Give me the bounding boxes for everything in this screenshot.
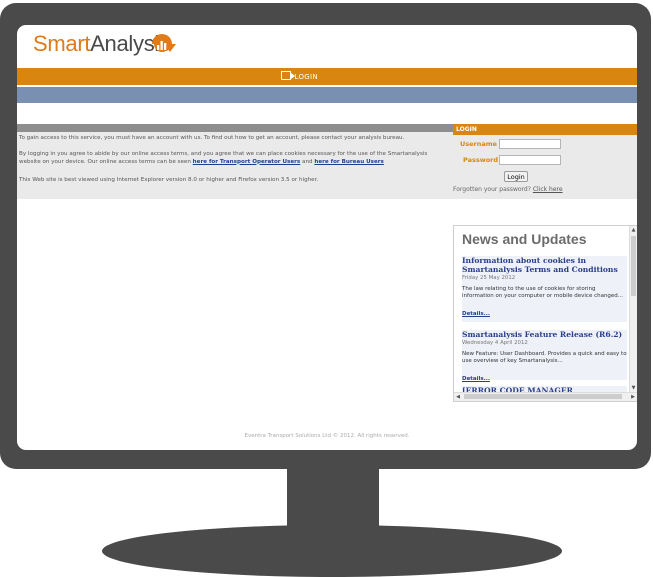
login-icon xyxy=(281,71,295,80)
news-headline[interactable]: Information about cookies in Smartanalys… xyxy=(462,256,627,274)
news-date: Friday 25 May 2012 xyxy=(462,275,516,281)
forgot-password: Forgotten your password? Click here xyxy=(453,186,563,193)
bureau-terms-link[interactable]: here for Bureau Users xyxy=(314,159,384,165)
password-input[interactable] xyxy=(499,155,561,165)
info-panel: To gain access to this service, you must… xyxy=(17,132,453,199)
forgot-text: Forgotten your password? xyxy=(453,186,533,193)
news-vertical-scrollbar[interactable]: ▲ ▼ xyxy=(629,226,637,392)
news-summary: The law relating to the use of cookies f… xyxy=(462,286,624,299)
news-panel: News and Updates Information about cooki… xyxy=(453,225,637,402)
footer-copyright: Eventra Transport Solutions Ltd © 2012. … xyxy=(244,433,410,439)
username-label: Username xyxy=(460,140,497,148)
blue-bar xyxy=(17,87,637,103)
terms-and: and xyxy=(300,158,315,165)
top-nav-bar: LOGIN xyxy=(17,68,637,85)
login-heading: LOGIN xyxy=(456,126,477,133)
info-line-browser: This Web site is best viewed using Inter… xyxy=(19,177,319,183)
scroll-right-arrow-icon[interactable]: ▶ xyxy=(629,393,637,401)
info-header-bar xyxy=(17,124,453,132)
news-horizontal-scrollbar[interactable]: ◀ ▶ xyxy=(454,392,637,401)
news-summary: New Feature: User Dashboard. Provides a … xyxy=(462,351,627,364)
news-title: News and Updates xyxy=(462,231,587,247)
screen: SmartAnalysis LOGIN To gain access to th… xyxy=(17,25,637,450)
scroll-up-arrow-icon[interactable]: ▲ xyxy=(630,226,637,234)
info-line-access: To gain access to this service, you must… xyxy=(19,135,405,141)
scroll-down-arrow-icon[interactable]: ▼ xyxy=(630,384,637,392)
login-link[interactable]: LOGIN xyxy=(281,71,318,81)
logo-text-smart: Smart xyxy=(33,31,91,56)
logo-chart-icon xyxy=(152,34,176,52)
password-label: Password xyxy=(463,156,499,164)
transport-operator-terms-link[interactable]: here for Transport Operator Users xyxy=(193,159,301,165)
username-input[interactable] xyxy=(499,139,561,149)
monitor-base xyxy=(102,525,562,577)
forgot-password-link[interactable]: Click here xyxy=(533,186,563,193)
login-panel: Username Password Login Forgotten your p… xyxy=(453,135,637,199)
info-line-terms: By logging in you agree to abide by our … xyxy=(19,151,449,166)
horizontal-scroll-thumb[interactable] xyxy=(464,394,622,399)
news-date: Wednesday 4 April 2012 xyxy=(462,340,528,346)
news-details-link[interactable]: Details... xyxy=(462,311,490,317)
news-headline[interactable]: Smartanalysis Feature Release (R6.2) xyxy=(462,330,627,339)
monitor-neck xyxy=(287,466,379,534)
scroll-left-arrow-icon[interactable]: ◀ xyxy=(454,393,462,401)
login-button[interactable]: Login xyxy=(504,171,528,182)
login-header: LOGIN xyxy=(453,124,637,135)
vertical-scroll-thumb[interactable] xyxy=(631,236,636,296)
login-link-label: LOGIN xyxy=(294,73,318,81)
news-item: Smartanalysis Feature Release (R6.2) Wed… xyxy=(462,330,627,382)
news-details-link[interactable]: Details... xyxy=(462,376,490,382)
news-item: Information about cookies in Smartanalys… xyxy=(462,256,627,322)
